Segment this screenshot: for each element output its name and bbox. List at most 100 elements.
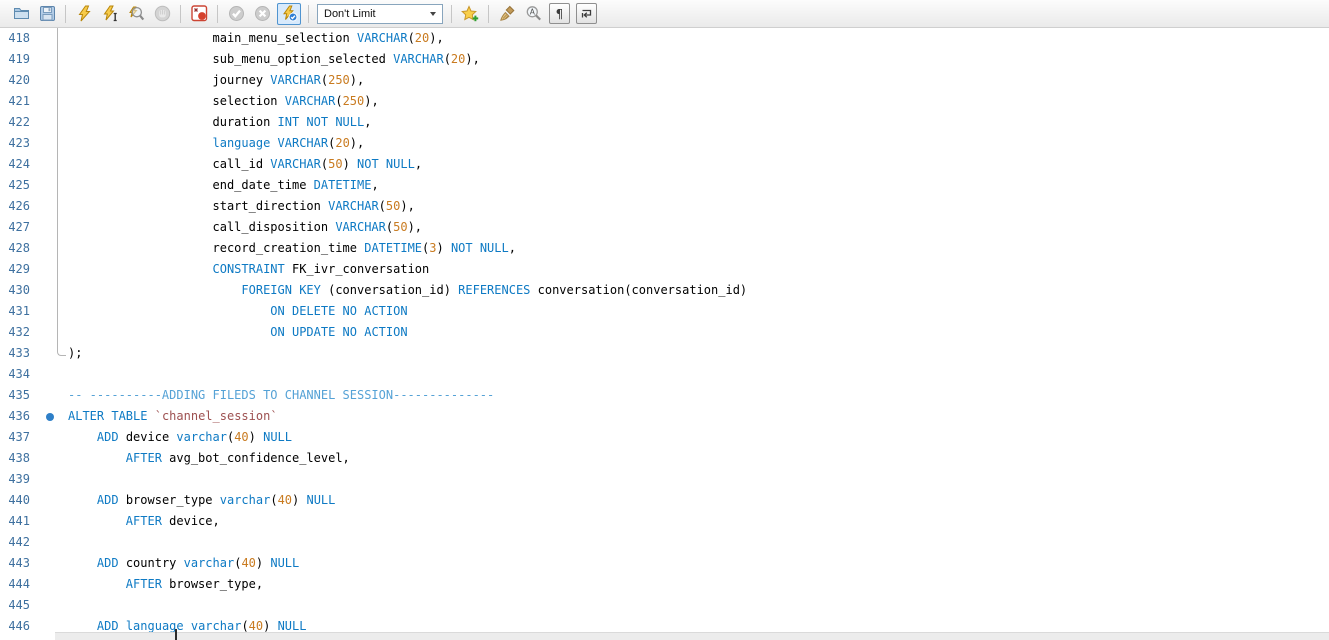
wrap-text-toggle-button[interactable] <box>576 3 597 24</box>
pilcrow-icon: ¶ <box>553 7 566 20</box>
code-line[interactable]: 425 end_date_time DATETIME, <box>0 175 1329 196</box>
gutter-margin <box>30 343 58 364</box>
save-script-button[interactable] <box>36 3 58 25</box>
line-number: 424 <box>0 154 30 175</box>
code-line[interactable]: 436ALTER TABLE `channel_session` <box>0 406 1329 427</box>
code-line[interactable]: 434 <box>0 364 1329 385</box>
code-line[interactable]: 443 ADD country varchar(40) NULL <box>0 553 1329 574</box>
code-line[interactable]: 424 call_id VARCHAR(50) NOT NULL, <box>0 154 1329 175</box>
toolbar-separator <box>451 5 452 23</box>
code-line[interactable]: 431 ON DELETE NO ACTION <box>0 301 1329 322</box>
line-number: 439 <box>0 469 30 490</box>
code-text: AFTER device, <box>58 511 220 532</box>
open-folder-icon <box>13 5 30 22</box>
code-line[interactable]: 439 <box>0 469 1329 490</box>
gutter-margin <box>30 196 58 217</box>
line-number: 441 <box>0 511 30 532</box>
gutter-margin <box>30 553 58 574</box>
limit-rows-dropdown[interactable]: Don't Limit <box>317 4 443 24</box>
line-number: 426 <box>0 196 30 217</box>
execute-lightning-icon <box>76 5 93 22</box>
text-caret <box>175 629 177 640</box>
code-line[interactable]: 442 <box>0 532 1329 553</box>
code-text <box>58 364 68 385</box>
gutter-margin <box>30 301 58 322</box>
rollback-x-icon <box>254 5 271 22</box>
code-line[interactable]: 438 AFTER avg_bot_confidence_level, <box>0 448 1329 469</box>
beautify-button[interactable] <box>496 3 518 25</box>
autocommit-toggle-button[interactable] <box>277 3 301 25</box>
gutter-margin <box>30 280 58 301</box>
line-number: 436 <box>0 406 30 427</box>
mysql-workbench-sql-editor-window: Don't Limit A <box>0 0 1329 640</box>
save-snippet-button[interactable] <box>459 3 481 25</box>
code-line[interactable]: 444 AFTER browser_type, <box>0 574 1329 595</box>
open-script-button[interactable] <box>10 3 32 25</box>
gutter-margin <box>30 28 58 49</box>
sql-editor-toolbar: Don't Limit A <box>0 0 1329 28</box>
code-text: main_menu_selection VARCHAR(20), <box>58 28 444 49</box>
horizontal-scrollbar[interactable] <box>55 632 1329 640</box>
line-number: 423 <box>0 133 30 154</box>
line-number: 443 <box>0 553 30 574</box>
show-invisibles-toggle-button[interactable]: ¶ <box>549 3 570 24</box>
gutter-margin <box>30 511 58 532</box>
stop-button <box>151 3 173 25</box>
gutter-margin <box>30 259 58 280</box>
code-line[interactable]: 428 record_creation_time DATETIME(3) NOT… <box>0 238 1329 259</box>
stop-hand-icon <box>154 5 171 22</box>
gutter-margin <box>30 175 58 196</box>
gutter-margin <box>30 385 58 406</box>
line-number: 437 <box>0 427 30 448</box>
toolbar-separator <box>180 5 181 23</box>
code-line[interactable]: 432 ON UPDATE NO ACTION <box>0 322 1329 343</box>
code-text: ); <box>58 343 82 364</box>
code-line[interactable]: 440 ADD browser_type varchar(40) NULL <box>0 490 1329 511</box>
find-button[interactable]: A <box>522 3 544 25</box>
code-line[interactable]: 418 main_menu_selection VARCHAR(20), <box>0 28 1329 49</box>
explain-plan-button[interactable] <box>125 3 147 25</box>
line-number: 442 <box>0 532 30 553</box>
gutter-margin <box>30 490 58 511</box>
code-text: call_id VARCHAR(50) NOT NULL, <box>58 154 422 175</box>
code-text: AFTER avg_bot_confidence_level, <box>58 448 350 469</box>
sql-code-editor[interactable]: 418 main_menu_selection VARCHAR(20),419 … <box>0 28 1329 640</box>
line-number: 428 <box>0 238 30 259</box>
toolbar-separator <box>65 5 66 23</box>
code-line[interactable]: 420 journey VARCHAR(250), <box>0 70 1329 91</box>
execute-current-statement-icon <box>102 5 119 22</box>
stop-on-error-toggle-button[interactable] <box>188 3 210 25</box>
code-line[interactable]: 426 start_direction VARCHAR(50), <box>0 196 1329 217</box>
line-number: 418 <box>0 28 30 49</box>
gutter-margin <box>30 70 58 91</box>
code-text: ON UPDATE NO ACTION <box>58 322 408 343</box>
code-text: AFTER browser_type, <box>58 574 263 595</box>
code-line[interactable]: 419 sub_menu_option_selected VARCHAR(20)… <box>0 49 1329 70</box>
code-line[interactable]: 429 CONSTRAINT FK_ivr_conversation <box>0 259 1329 280</box>
line-number: 431 <box>0 301 30 322</box>
code-line[interactable]: 433); <box>0 343 1329 364</box>
autocommit-lightning-check-icon <box>281 5 298 22</box>
code-text: duration INT NOT NULL, <box>58 112 371 133</box>
code-line[interactable]: 437 ADD device varchar(40) NULL <box>0 427 1329 448</box>
code-line[interactable]: 430 FOREIGN KEY (conversation_id) REFERE… <box>0 280 1329 301</box>
code-text: record_creation_time DATETIME(3) NOT NUL… <box>58 238 516 259</box>
code-text: selection VARCHAR(250), <box>58 91 379 112</box>
gutter-margin <box>30 112 58 133</box>
code-line[interactable]: 422 duration INT NOT NULL, <box>0 112 1329 133</box>
line-number: 432 <box>0 322 30 343</box>
code-line[interactable]: 427 call_disposition VARCHAR(50), <box>0 217 1329 238</box>
code-line[interactable]: 445 <box>0 595 1329 616</box>
line-number: 422 <box>0 112 30 133</box>
code-line[interactable]: 435-- ----------ADDING FILEDS TO CHANNEL… <box>0 385 1329 406</box>
execute-current-statement-button[interactable] <box>99 3 121 25</box>
code-line[interactable]: 421 selection VARCHAR(250), <box>0 91 1329 112</box>
line-number: 444 <box>0 574 30 595</box>
code-line[interactable]: 423 language VARCHAR(20), <box>0 133 1329 154</box>
gutter-margin <box>30 406 58 427</box>
commit-check-icon <box>228 5 245 22</box>
code-line[interactable]: 441 AFTER device, <box>0 511 1329 532</box>
execute-button[interactable] <box>73 3 95 25</box>
statement-marker-dot <box>46 413 54 421</box>
gutter-margin <box>30 133 58 154</box>
